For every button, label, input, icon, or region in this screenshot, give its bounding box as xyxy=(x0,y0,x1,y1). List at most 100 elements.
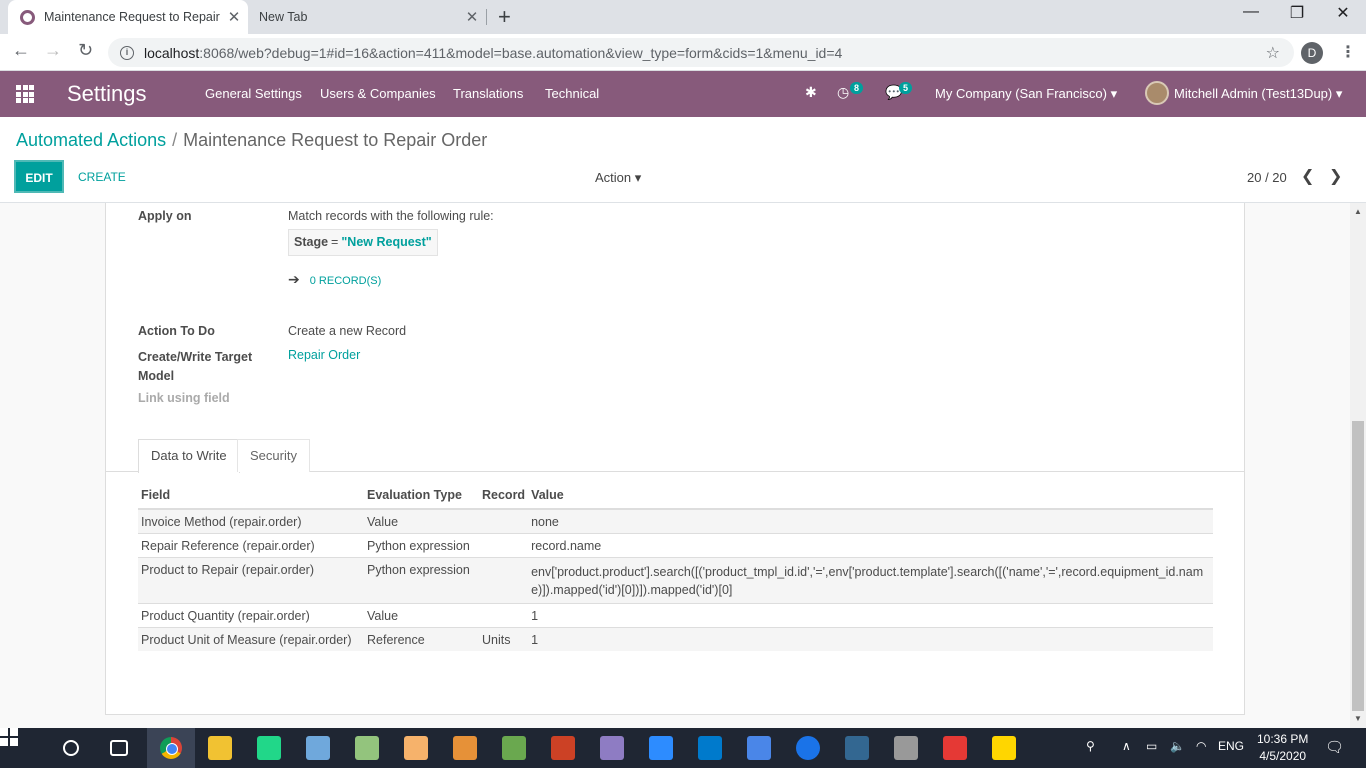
cell-record xyxy=(479,533,529,558)
create-button[interactable]: CREATE xyxy=(78,170,126,184)
url-host: localhost xyxy=(144,44,200,61)
vscode-icon[interactable] xyxy=(698,736,722,760)
settings-gear-icon[interactable] xyxy=(894,736,918,760)
people-icon[interactable]: ⚲ xyxy=(1086,739,1095,753)
forward-icon[interactable]: → xyxy=(44,40,62,61)
anydesk-icon[interactable] xyxy=(943,736,967,760)
bookmark-star-icon[interactable]: ☆ xyxy=(1266,43,1280,63)
user-avatar[interactable] xyxy=(1145,81,1169,105)
app-icon[interactable] xyxy=(355,736,379,760)
matlab-icon[interactable] xyxy=(551,736,575,760)
caret-down-icon: ▾ xyxy=(1335,86,1343,101)
tab-data-to-write[interactable]: Data to Write xyxy=(138,439,240,473)
link-field-label: Link using field xyxy=(138,391,230,405)
table-row[interactable]: Repair Reference (repair.order) Python e… xyxy=(138,533,1213,558)
pager-previous-icon[interactable]: ❮ xyxy=(1301,166,1314,186)
pager-next-icon[interactable]: ❯ xyxy=(1329,166,1342,186)
target-model-label: Create/Write Target Model xyxy=(138,350,253,383)
data-to-write-table: Field Evaluation Type Record Value Invoi… xyxy=(138,486,1213,651)
new-tab-icon[interactable]: + xyxy=(498,4,511,30)
action-to-do-label: Action To Do xyxy=(138,324,215,338)
column-header-evaluation-type[interactable]: Evaluation Type xyxy=(364,486,479,510)
android-studio-icon[interactable] xyxy=(502,736,526,760)
volume-icon[interactable]: 🔈 xyxy=(1170,739,1185,753)
zoom-icon[interactable] xyxy=(649,736,673,760)
scrollbar-thumb[interactable] xyxy=(1352,421,1364,711)
table-row[interactable]: Product to Repair (repair.order) Python … xyxy=(138,557,1213,604)
clock-date: 4/5/2020 xyxy=(1259,749,1307,763)
menu-users-companies[interactable]: Users & Companies xyxy=(320,86,436,101)
records-link[interactable]: ➔ 0 RECORD(S) xyxy=(288,271,381,288)
search-circle-icon[interactable] xyxy=(63,740,79,756)
scroll-up-icon[interactable]: ▲ xyxy=(1354,207,1362,216)
postgresql-icon[interactable] xyxy=(845,736,869,760)
media-player-icon[interactable] xyxy=(600,736,624,760)
column-header-field[interactable]: Field xyxy=(138,486,364,510)
edit-button[interactable]: EDIT xyxy=(14,160,64,193)
battery-icon[interactable]: ▭ xyxy=(1146,739,1157,753)
notebook-tabs: Data to Write Security xyxy=(106,439,1244,473)
network-icon[interactable]: ◠ xyxy=(1196,739,1206,753)
close-window-icon[interactable]: ✕ xyxy=(1320,3,1366,23)
system-clock[interactable]: 10:36 PM 4/5/2020 xyxy=(1257,731,1308,765)
cell-value: none xyxy=(528,508,1213,534)
restore-icon[interactable]: ❐ xyxy=(1274,3,1320,23)
address-bar[interactable]: i localhost:8068/web?debug=1#id=16&actio… xyxy=(108,38,1294,67)
pager-value[interactable]: 20 / 20 xyxy=(1247,170,1287,185)
activity-clock-icon[interactable]: ◷ xyxy=(837,84,849,101)
debug-bug-icon[interactable]: ✱ xyxy=(805,84,817,101)
control-panel: Automated Actions / Maintenance Request to… xyxy=(0,117,1366,203)
browser-tab-active[interactable]: Maintenance Request to Repair Or ✕ xyxy=(8,0,248,34)
chrome-icon[interactable] xyxy=(160,737,182,759)
tab-title: Maintenance Request to Repair Or xyxy=(44,10,220,24)
browser-toolbar: ← → ↻ i localhost:8068/web?debug=1#id=16… xyxy=(0,34,1366,71)
cell-value: 1 xyxy=(528,603,1213,628)
app-icon[interactable] xyxy=(404,736,428,760)
close-tab-icon[interactable]: ✕ xyxy=(458,8,486,26)
site-info-icon[interactable]: i xyxy=(120,45,134,60)
app-icon[interactable] xyxy=(453,736,477,760)
pycharm-icon[interactable] xyxy=(257,736,281,760)
tray-chevron-icon[interactable]: ∧ xyxy=(1122,739,1131,753)
minimize-icon[interactable]: — xyxy=(1228,3,1274,21)
url-path: :8068/web?debug=1#id=16&action=411&model… xyxy=(199,44,843,61)
table-row[interactable]: Product Quantity (repair.order) Value 1 xyxy=(138,603,1213,628)
clock-time: 10:36 PM xyxy=(1257,732,1309,746)
notifications-icon[interactable]: 🗨 xyxy=(1325,738,1344,756)
virtualbox-icon[interactable] xyxy=(306,736,330,760)
profile-avatar[interactable]: D xyxy=(1301,42,1323,64)
task-view-icon[interactable] xyxy=(110,740,128,756)
column-header-value[interactable]: Value xyxy=(528,486,1213,510)
user-menu[interactable]: Mitchell Admin (Test13Dup) ▾ xyxy=(1174,86,1342,102)
menu-technical[interactable]: Technical xyxy=(545,86,599,101)
page-scrollbar[interactable]: ▲ ▼ xyxy=(1350,203,1366,728)
app-brand[interactable]: Settings xyxy=(67,81,147,107)
browser-tab-new[interactable]: New Tab ✕ xyxy=(248,0,486,34)
back-icon[interactable]: ← xyxy=(12,40,30,61)
column-header-record[interactable]: Record xyxy=(479,486,529,510)
cell-record xyxy=(479,557,529,604)
menu-general-settings[interactable]: General Settings xyxy=(205,86,302,101)
table-row[interactable]: Invoice Method (repair.order) Value none xyxy=(138,508,1213,534)
table-row[interactable]: Product Unit of Measure (repair.order) R… xyxy=(138,627,1213,651)
apps-menu-icon[interactable] xyxy=(16,85,34,103)
action-dropdown[interactable]: Action ▾ xyxy=(595,170,641,186)
scroll-down-icon[interactable]: ▼ xyxy=(1354,714,1362,723)
menu-translations[interactable]: Translations xyxy=(453,86,523,101)
company-switcher[interactable]: My Company (San Francisco) ▾ xyxy=(935,86,1117,102)
mail-icon[interactable] xyxy=(747,736,771,760)
browser-menu-icon[interactable]: ⋮ xyxy=(1340,42,1356,62)
odoo-favicon-icon xyxy=(20,9,35,25)
tab-security[interactable]: Security xyxy=(237,439,310,472)
breadcrumb-automated-actions[interactable]: Automated Actions xyxy=(16,130,166,150)
reload-icon[interactable]: ↻ xyxy=(78,40,93,61)
apply-on-text: Match records with the following rule: xyxy=(288,209,494,223)
windows-start-icon[interactable] xyxy=(0,728,18,746)
maps-icon[interactable] xyxy=(796,736,820,760)
file-explorer-icon[interactable] xyxy=(208,736,232,760)
action-to-do-value: Create a new Record xyxy=(288,324,407,338)
language-indicator[interactable]: ENG xyxy=(1218,739,1244,753)
close-tab-icon[interactable]: ✕ xyxy=(220,8,248,26)
sticky-notes-icon[interactable] xyxy=(992,736,1016,760)
target-model-link[interactable]: Repair Order xyxy=(288,348,360,362)
